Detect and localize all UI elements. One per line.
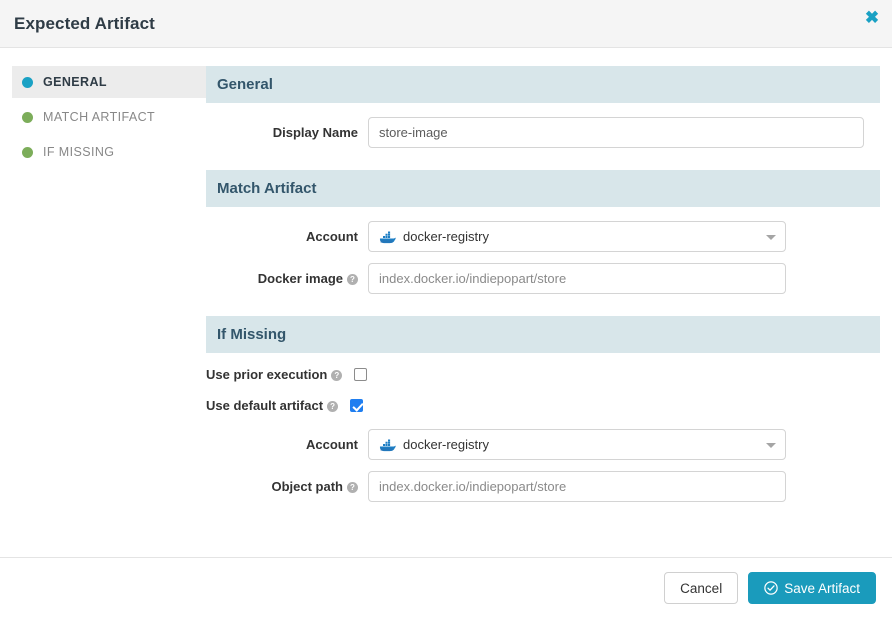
status-dot-icon (22, 77, 33, 88)
form-content: General Display Name store-image Match A… (206, 66, 892, 513)
field-row-default-account: Account docker-registry (206, 429, 880, 460)
page-title: Expected Artifact (0, 14, 155, 34)
field-row-display-name: Display Name store-image (206, 117, 880, 148)
save-artifact-label: Save Artifact (784, 581, 860, 596)
object-path-label: Object path? (206, 479, 368, 494)
close-icon[interactable]: ✖ (861, 7, 883, 29)
use-default-artifact-checkbox[interactable] (350, 399, 363, 412)
section-header-general: General (206, 66, 880, 103)
expected-artifact-modal: Expected Artifact ✖ GENERAL MATCH ARTIFA… (0, 0, 892, 618)
default-account-label: Account (206, 437, 368, 452)
modal-footer: Cancel Save Artifact (0, 557, 892, 618)
sidebar-item-label: GENERAL (43, 75, 107, 89)
modal-body: GENERAL MATCH ARTIFACT IF MISSING Genera… (0, 48, 892, 557)
default-account-value: docker-registry (403, 437, 489, 452)
chevron-down-icon[interactable] (766, 235, 776, 240)
field-row-use-default-artifact: Use default artifact? (206, 398, 880, 413)
docker-icon (379, 438, 396, 452)
help-icon[interactable]: ? (331, 370, 342, 381)
object-path-input[interactable]: index.docker.io/indiepopart/store (368, 471, 786, 502)
modal-header: Expected Artifact ✖ (0, 0, 892, 48)
field-row-object-path: Object path? index.docker.io/indiepopart… (206, 471, 880, 502)
sidebar-item-match-artifact[interactable]: MATCH ARTIFACT (12, 101, 206, 133)
section-header-if-missing: If Missing (206, 316, 880, 353)
docker-image-label: Docker image? (206, 271, 368, 286)
status-dot-icon (22, 147, 33, 158)
display-name-label: Display Name (206, 125, 368, 140)
cancel-button[interactable]: Cancel (664, 572, 738, 604)
chevron-down-icon[interactable] (766, 443, 776, 448)
default-account-select[interactable]: docker-registry (368, 429, 786, 460)
field-row-docker-image: Docker image? index.docker.io/indiepopar… (206, 263, 880, 294)
section-header-match-artifact: Match Artifact (206, 170, 880, 207)
help-icon[interactable]: ? (347, 482, 358, 493)
match-account-value: docker-registry (403, 229, 489, 244)
sidebar-item-if-missing[interactable]: IF MISSING (12, 136, 206, 168)
sidebar-nav: GENERAL MATCH ARTIFACT IF MISSING (0, 66, 206, 171)
match-account-label: Account (206, 229, 368, 244)
display-name-input[interactable]: store-image (368, 117, 864, 148)
use-prior-execution-label: Use prior execution? (206, 367, 342, 382)
use-prior-execution-checkbox[interactable] (354, 368, 367, 381)
docker-icon (379, 230, 396, 244)
help-icon[interactable]: ? (327, 401, 338, 412)
field-row-match-account: Account docker-registry (206, 221, 880, 252)
match-account-select[interactable]: docker-registry (368, 221, 786, 252)
sidebar-item-label: IF MISSING (43, 145, 114, 159)
status-dot-icon (22, 112, 33, 123)
save-artifact-button[interactable]: Save Artifact (748, 572, 876, 604)
check-circle-icon (764, 581, 778, 595)
sidebar-item-general[interactable]: GENERAL (12, 66, 206, 98)
help-icon[interactable]: ? (347, 274, 358, 285)
use-default-artifact-label: Use default artifact? (206, 398, 338, 413)
sidebar-item-label: MATCH ARTIFACT (43, 110, 155, 124)
field-row-use-prior-execution: Use prior execution? (206, 367, 880, 382)
docker-image-input[interactable]: index.docker.io/indiepopart/store (368, 263, 786, 294)
